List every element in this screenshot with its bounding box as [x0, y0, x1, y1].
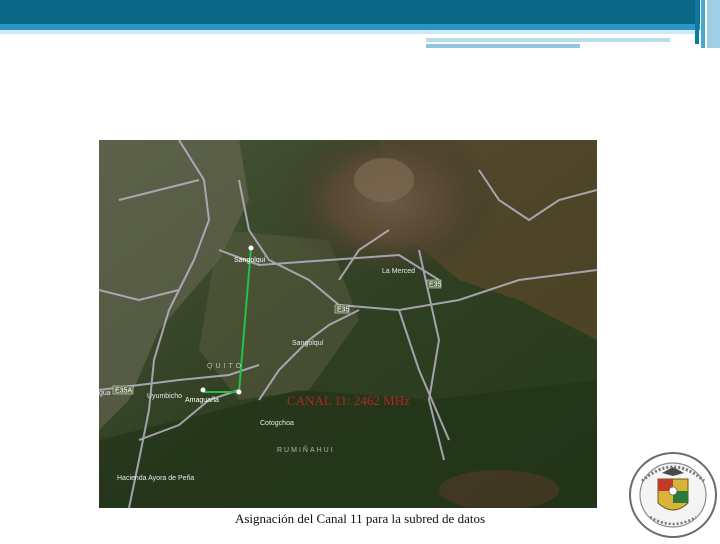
link-endpoint-marker	[200, 387, 206, 393]
link-endpoint-marker	[236, 389, 242, 395]
channel-label: CANAL 11: 2462 MHz	[287, 393, 410, 408]
figure-caption: Asignación del Canal 11 para la subred d…	[234, 511, 486, 526]
header-sub-stripe	[426, 44, 580, 48]
university-emblem	[628, 451, 718, 539]
road-shield-label: E35	[429, 282, 442, 289]
header-stripe-light	[0, 30, 700, 34]
emblem-svg	[629, 452, 717, 538]
header-bar	[0, 0, 700, 24]
volcano-peak	[354, 158, 414, 202]
place-label-cotogchoa: Cotogchoa	[260, 420, 294, 427]
place-label-hacienda: Hacienda Ayora de Peña	[117, 475, 194, 482]
emblem-center	[668, 486, 678, 496]
header-sub-stripe	[426, 38, 670, 42]
place-label-quito: QUITO	[207, 363, 244, 370]
header-end-accent	[707, 0, 720, 48]
place-label-sangolqui: Sangolquí	[292, 340, 324, 347]
place-label-ruminahui: RUMIÑAHUI	[277, 445, 335, 454]
place-label-edge: gua	[99, 390, 111, 397]
header-end-accent	[701, 0, 705, 48]
place-label-uyumbicho: Uyumbicho	[147, 393, 182, 400]
satellite-map: E35 E35 E35A Sangolquí La Merced Sangolq…	[99, 140, 597, 508]
road-shield-label: E35	[337, 307, 350, 314]
header-end-accent	[695, 0, 699, 44]
link-endpoint-marker	[248, 245, 254, 251]
place-label-amaguana-point: Amaguaña	[185, 397, 219, 404]
map-svg: E35 E35 E35A Sangolquí La Merced Sangolq…	[99, 140, 597, 508]
road-shield-label: E35A	[115, 388, 132, 395]
place-label-sangolqui-point: Sangolquí	[234, 257, 266, 264]
place-label-la-merced: La Merced	[382, 268, 415, 275]
